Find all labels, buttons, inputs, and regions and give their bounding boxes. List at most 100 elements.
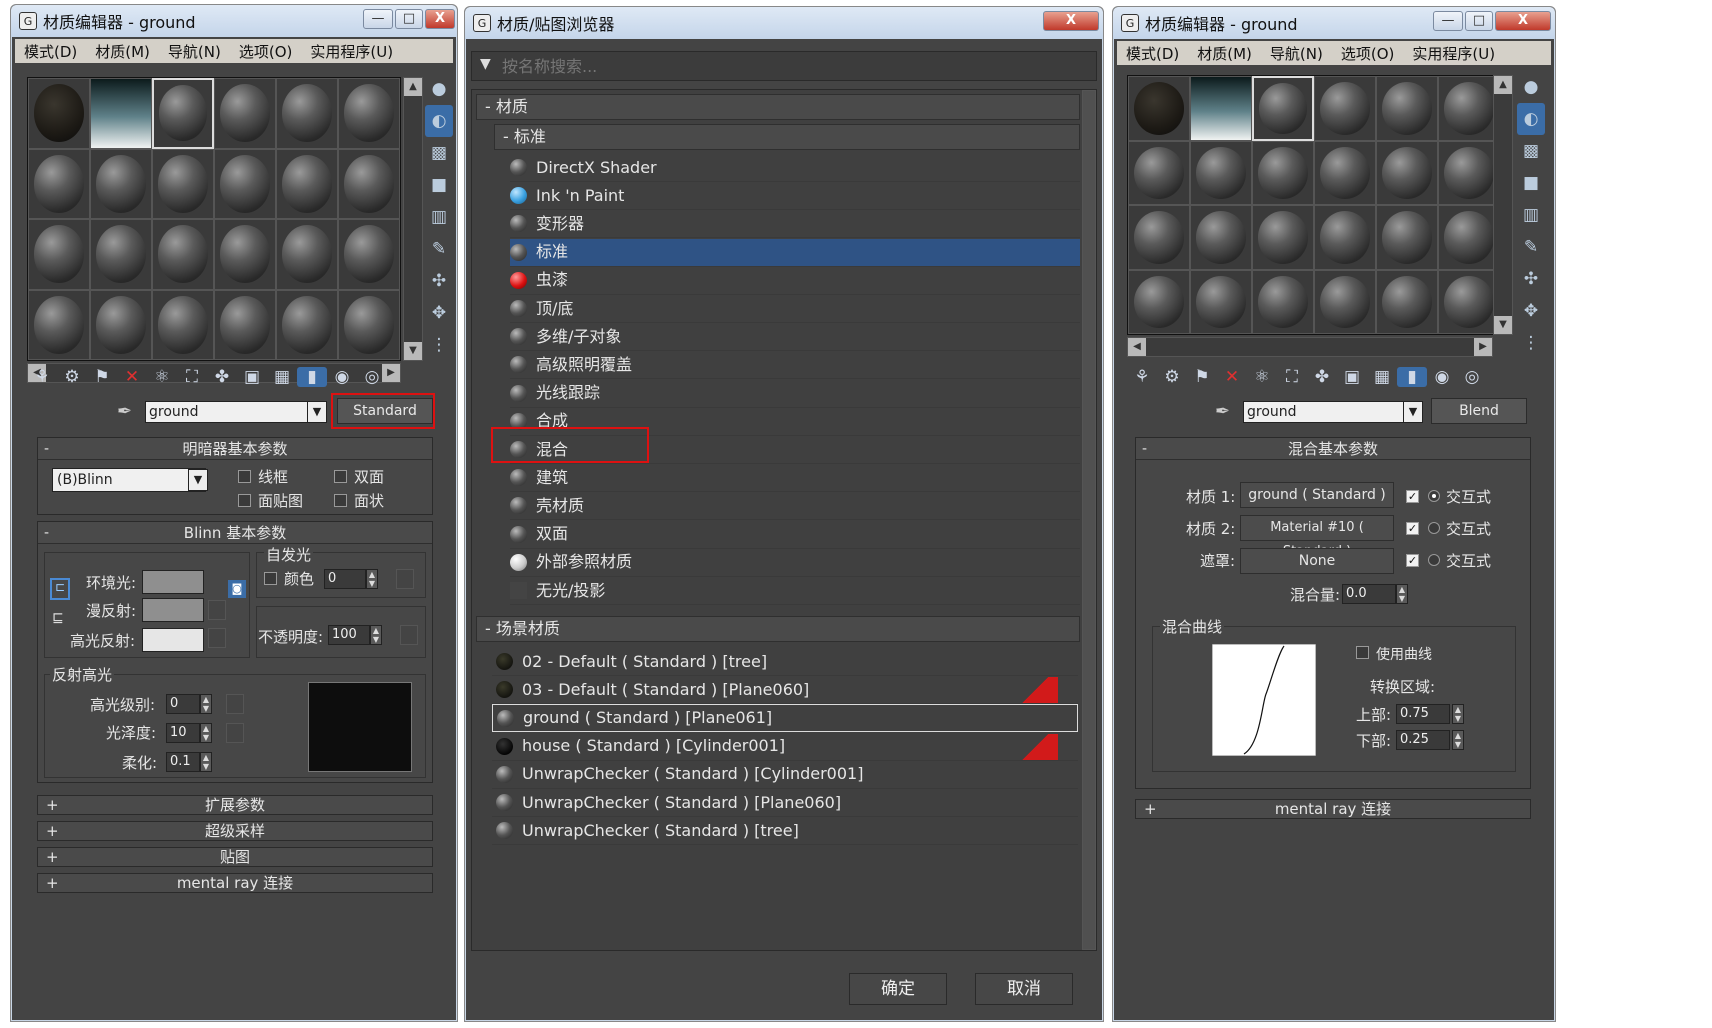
spec-level-input[interactable]: 0: [166, 694, 200, 714]
make-unique-icon[interactable]: ⛶: [177, 367, 207, 387]
spinner-icon[interactable]: ▲ ▼: [370, 625, 382, 645]
shader-select[interactable]: (B)Blinn: [52, 468, 206, 492]
background-icon[interactable]: ▩: [425, 137, 453, 169]
two-sided-checkbox[interactable]: [334, 470, 347, 483]
section-scene-materials[interactable]: - 场景材质: [476, 616, 1080, 642]
scene-material-item[interactable]: UnwrapChecker ( Standard ) [Plane060]: [492, 789, 1078, 817]
material-type-item[interactable]: 虫漆: [510, 267, 1080, 295]
sample-slot[interactable]: [1128, 140, 1190, 205]
select-by-material-icon[interactable]: ✥: [425, 297, 453, 329]
material1-checkbox[interactable]: ✓: [1406, 490, 1419, 503]
sample-type-icon[interactable]: ●: [425, 73, 453, 105]
close-button[interactable]: X: [1495, 11, 1551, 31]
sample-type-icon[interactable]: ●: [1517, 71, 1545, 103]
sample-slot[interactable]: [1128, 269, 1190, 334]
options-icon[interactable]: ✣: [1517, 263, 1545, 295]
material-type-item[interactable]: 标准: [510, 238, 1080, 267]
sample-slot[interactable]: [1438, 76, 1500, 141]
sample-slot[interactable]: [90, 148, 152, 219]
soften-input[interactable]: 0.1: [166, 752, 200, 772]
show-end-result-icon[interactable]: ▮: [297, 367, 327, 387]
sample-slot[interactable]: [1314, 140, 1376, 205]
menu-mode[interactable]: 模式(D): [1117, 43, 1188, 64]
put-to-library-icon[interactable]: ✤: [207, 367, 237, 387]
get-material-icon[interactable]: ⚘: [1127, 367, 1157, 387]
sample-slot[interactable]: [338, 289, 400, 360]
close-button[interactable]: X: [1043, 11, 1099, 31]
sample-slot[interactable]: [90, 289, 152, 360]
mental-ray-rollout[interactable]: + mental ray 连接: [37, 873, 433, 893]
reset-icon[interactable]: ✕: [1217, 367, 1247, 387]
put-to-library-icon[interactable]: ✤: [1307, 367, 1337, 387]
material-id-icon[interactable]: ▣: [237, 367, 267, 387]
face-map-checkbox[interactable]: [238, 494, 251, 507]
sample-slot[interactable]: [1376, 269, 1438, 334]
sample-slot[interactable]: [1128, 76, 1190, 141]
scene-material-item[interactable]: UnwrapChecker ( Standard ) [tree]: [492, 817, 1078, 846]
scene-material-item[interactable]: 03 - Default ( Standard ) [Plane060]: [492, 676, 1078, 705]
upper-input[interactable]: 0.75: [1396, 704, 1450, 724]
rollout-header[interactable]: - Blinn 基本参数: [38, 522, 432, 544]
menu-options[interactable]: 选项(O): [1332, 43, 1404, 64]
assign-to-selection-icon[interactable]: ⚑: [87, 367, 117, 387]
material-name-field[interactable]: ground: [145, 401, 309, 423]
spinner-icon[interactable]: ▲ ▼: [366, 569, 378, 589]
sample-slot[interactable]: [276, 148, 338, 219]
material-id-icon[interactable]: ▣: [1337, 367, 1367, 387]
sample-slot[interactable]: [28, 289, 90, 360]
menu-utilities[interactable]: 实用程序(U): [1403, 43, 1504, 64]
lock-diffuse-specular-icon[interactable]: ⊑: [52, 610, 70, 632]
material-type-item[interactable]: 顶/底: [510, 295, 1080, 323]
menu-mode[interactable]: 模式(D): [15, 41, 86, 62]
material-type-item[interactable]: 壳材质: [510, 492, 1080, 521]
scene-material-item[interactable]: 02 - Default ( Standard ) [tree]: [492, 648, 1078, 676]
sample-slot[interactable]: [338, 78, 400, 149]
chevron-down-icon[interactable]: ▼: [188, 469, 208, 491]
show-map-icon[interactable]: ▦: [267, 367, 297, 387]
material-type-item[interactable]: 光线跟踪: [510, 380, 1080, 408]
scroll-up-arrow[interactable]: ▲: [1494, 76, 1512, 94]
video-color-check-icon[interactable]: ▥: [425, 201, 453, 233]
menu-utilities[interactable]: 实用程序(U): [301, 41, 402, 62]
sample-slot[interactable]: [152, 78, 214, 149]
sample-slot[interactable]: [338, 219, 400, 290]
diffuse-swatch[interactable]: [142, 598, 204, 622]
spinner-icon[interactable]: ▲ ▼: [200, 723, 212, 743]
maps-rollout[interactable]: + 贴图: [37, 847, 433, 867]
show-map-icon[interactable]: ▦: [1367, 367, 1397, 387]
specular-map-button[interactable]: [208, 628, 226, 648]
scroll-right-arrow[interactable]: ▶: [1474, 338, 1492, 356]
sample-slot[interactable]: [276, 219, 338, 290]
make-preview-icon[interactable]: ✎: [1517, 231, 1545, 263]
maximize-button[interactable]: □: [395, 9, 423, 29]
sample-slot[interactable]: [1376, 205, 1438, 270]
sample-slot[interactable]: [214, 219, 276, 290]
sample-slot[interactable]: [1252, 76, 1314, 141]
minimize-button[interactable]: —: [1433, 11, 1463, 31]
backlight-icon[interactable]: ◐: [1517, 103, 1545, 135]
extended-params-rollout[interactable]: + 扩展参数: [37, 795, 433, 815]
go-to-parent-icon[interactable]: ◉: [327, 367, 357, 387]
go-forward-sibling-icon[interactable]: ◎: [1457, 367, 1487, 387]
spec-level-map-button[interactable]: [226, 694, 244, 714]
sample-slot[interactable]: [338, 148, 400, 219]
chevron-down-icon[interactable]: ▼: [307, 401, 327, 423]
sample-slot[interactable]: [1252, 140, 1314, 205]
ambient-swatch[interactable]: [142, 570, 204, 594]
menu-material[interactable]: 材质(M): [1188, 43, 1261, 64]
sample-slot[interactable]: [1190, 140, 1252, 205]
sample-slot[interactable]: [1376, 140, 1438, 205]
uv-tiling-icon[interactable]: ■: [425, 169, 453, 201]
scroll-left-arrow[interactable]: ◀: [1128, 338, 1146, 356]
sample-slot[interactable]: [152, 219, 214, 290]
reset-icon[interactable]: ✕: [117, 367, 147, 387]
make-unique-icon[interactable]: ⛶: [1277, 367, 1307, 387]
sample-slot[interactable]: [1190, 269, 1252, 334]
ok-button[interactable]: 确定: [849, 973, 947, 1005]
wire-checkbox[interactable]: [238, 470, 251, 483]
spinner-icon[interactable]: ▲ ▼: [200, 752, 212, 772]
backlight-icon[interactable]: ◐: [425, 105, 453, 137]
eyedropper-icon[interactable]: ✒: [117, 401, 132, 422]
grid-vscroll[interactable]: ▲ ▼: [403, 77, 423, 361]
material-navigator-icon[interactable]: ⋮: [425, 329, 453, 361]
